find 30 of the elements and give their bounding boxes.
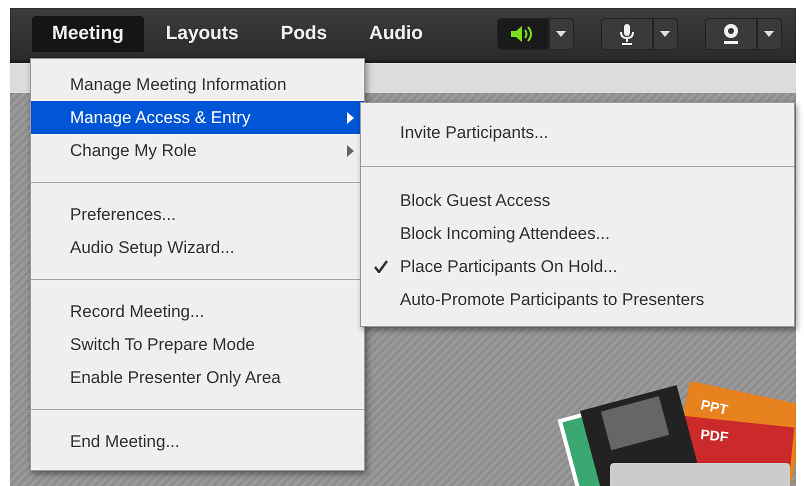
menu-item[interactable]: Switch To Prepare Mode xyxy=(31,328,364,361)
dropdown-button[interactable] xyxy=(548,18,574,50)
menu-item[interactable]: Block Incoming Attendees... xyxy=(400,220,610,246)
menu-tab[interactable]: Pods xyxy=(260,16,348,52)
menu-item[interactable]: Change My Role xyxy=(31,134,364,167)
caret-icon xyxy=(660,31,670,37)
menu-item[interactable]: Auto-Promote Participants to Presenters xyxy=(400,286,704,312)
menu-item[interactable]: End Meeting... xyxy=(31,425,364,458)
ppt-label: PPT xyxy=(699,396,730,418)
toolbar-button[interactable] xyxy=(600,18,653,50)
menu-item[interactable]: Audio Setup Wizard... xyxy=(31,231,364,264)
dropdown-button[interactable] xyxy=(756,18,782,50)
caret-icon xyxy=(556,31,566,37)
dropdown-button[interactable] xyxy=(652,18,678,50)
menu-item[interactable]: Place Participants On Hold... xyxy=(400,254,618,280)
menu-item[interactable]: Invite Participants... xyxy=(400,120,548,146)
menu-tab[interactable]: Layouts xyxy=(146,16,259,52)
toolbar-button[interactable] xyxy=(496,18,549,50)
caret-icon xyxy=(764,31,774,37)
menu-tab[interactable]: Audio xyxy=(349,16,443,52)
menu-item[interactable]: Manage Meeting Information xyxy=(31,68,364,101)
pdf-label: PDF xyxy=(700,426,730,445)
microphone-icon xyxy=(618,23,635,45)
menu-item[interactable]: Manage Access & Entry xyxy=(31,101,364,134)
toolbar-button[interactable] xyxy=(704,18,757,50)
menu-item[interactable]: Block Guest Access xyxy=(400,188,550,214)
menu-item[interactable]: Preferences... xyxy=(31,198,364,231)
menu-item[interactable]: Enable Presenter Only Area xyxy=(31,361,364,394)
menu-item[interactable]: Record Meeting... xyxy=(31,295,364,328)
menu-tab[interactable]: Meeting xyxy=(32,16,144,52)
